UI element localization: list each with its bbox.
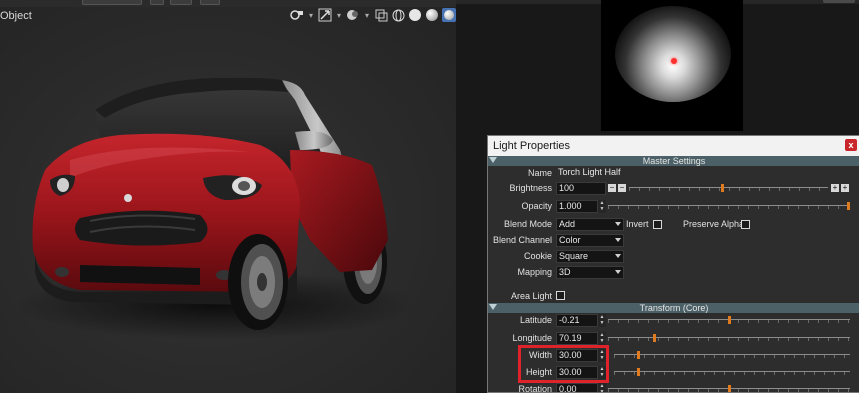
cookie-label: Cookie	[523, 251, 552, 261]
preserve-alpha-label: Preserve Alpha	[683, 219, 745, 229]
rotation-slider-handle[interactable]	[728, 385, 731, 392]
decrease-icon[interactable]: −	[608, 184, 616, 192]
brightness-slider[interactable]	[629, 182, 828, 194]
chevron-down-icon	[615, 238, 621, 242]
longitude-slider-handle[interactable]	[653, 334, 656, 342]
decrease-icon[interactable]: −	[618, 184, 626, 192]
opacity-label: Opacity	[521, 201, 552, 211]
latitude-label: Latitude	[519, 315, 552, 325]
brightness-field[interactable]: 100	[556, 182, 606, 195]
increase-icon[interactable]: +	[831, 184, 839, 192]
close-button[interactable]: x	[845, 139, 857, 151]
width-slider[interactable]	[614, 349, 850, 361]
mapping-label: Mapping	[517, 267, 552, 277]
section-title: Master Settings	[642, 156, 706, 166]
transform-core-header[interactable]: Transform (Core)	[488, 303, 859, 313]
latitude-slider[interactable]	[608, 314, 850, 326]
rotation-spinner[interactable]: ▲ ▼	[598, 383, 606, 392]
options-button[interactable]	[823, 0, 855, 3]
blend-mode-dropdown[interactable]: Add	[556, 218, 624, 231]
window-titlebar[interactable]: Light Properties x	[488, 136, 859, 156]
opacity-spinner[interactable]: ▲ ▼	[598, 200, 606, 213]
opacity-slider-handle[interactable]	[847, 202, 850, 210]
3d-viewport[interactable]: Object ▾ ▾ ▾	[0, 0, 456, 393]
blend-channel-dropdown[interactable]: Color	[556, 234, 624, 247]
cookie-dropdown[interactable]: Square	[556, 250, 624, 263]
opacity-slider[interactable]	[608, 200, 850, 212]
light-center-marker[interactable]	[671, 58, 677, 64]
section-title: Transform (Core)	[639, 303, 709, 313]
chevron-down-icon	[615, 222, 621, 226]
longitude-slider[interactable]	[608, 332, 850, 344]
area-light-label: Area Light	[510, 291, 552, 301]
light-falloff-glow	[615, 6, 731, 102]
width-slider-handle[interactable]	[637, 351, 640, 359]
car-render-image	[15, 77, 415, 340]
height-slider-handle[interactable]	[637, 368, 640, 376]
brightness-label: Brightness	[509, 183, 552, 193]
collapse-arrow-icon[interactable]	[489, 157, 497, 163]
collapse-arrow-icon[interactable]	[489, 304, 497, 310]
brightness-slider-handle[interactable]	[721, 184, 724, 192]
name-field[interactable]: Torch Light Half	[556, 167, 846, 180]
screen: Object ▾ ▾ ▾ Light Properties x Master S…	[0, 0, 859, 393]
annotation-highlight-box	[518, 345, 609, 383]
light-preview	[601, 0, 743, 131]
blend-channel-label: Blend Channel	[492, 235, 552, 245]
longitude-spinner[interactable]: ▲ ▼	[598, 332, 606, 345]
longitude-label: Longitude	[512, 333, 552, 343]
invert-label: Invert	[626, 219, 649, 229]
mapping-dropdown[interactable]: 3D	[556, 266, 624, 279]
window-title: Light Properties	[493, 140, 571, 152]
rotation-field[interactable]: 0.00	[556, 383, 598, 392]
increase-icon[interactable]: +	[841, 184, 849, 192]
blend-mode-label: Blend Mode	[503, 219, 552, 229]
opacity-field[interactable]: 1.000	[556, 200, 598, 213]
rotation-slider[interactable]	[608, 383, 850, 392]
longitude-field[interactable]: 70.19	[556, 332, 598, 345]
chevron-down-icon	[615, 270, 621, 274]
area-light-checkbox[interactable]	[556, 291, 565, 300]
name-label: Name	[527, 168, 552, 178]
latitude-spinner[interactable]: ▲ ▼	[598, 314, 606, 327]
latitude-slider-handle[interactable]	[728, 316, 731, 324]
latitude-field[interactable]: -0.21	[556, 314, 598, 327]
master-settings-header[interactable]: Master Settings	[488, 156, 859, 166]
rotation-label: Rotation	[518, 384, 552, 393]
preserve-alpha-checkbox[interactable]	[741, 220, 750, 229]
chevron-down-icon	[615, 254, 621, 258]
invert-checkbox[interactable]	[653, 220, 662, 229]
height-slider[interactable]	[614, 366, 850, 378]
